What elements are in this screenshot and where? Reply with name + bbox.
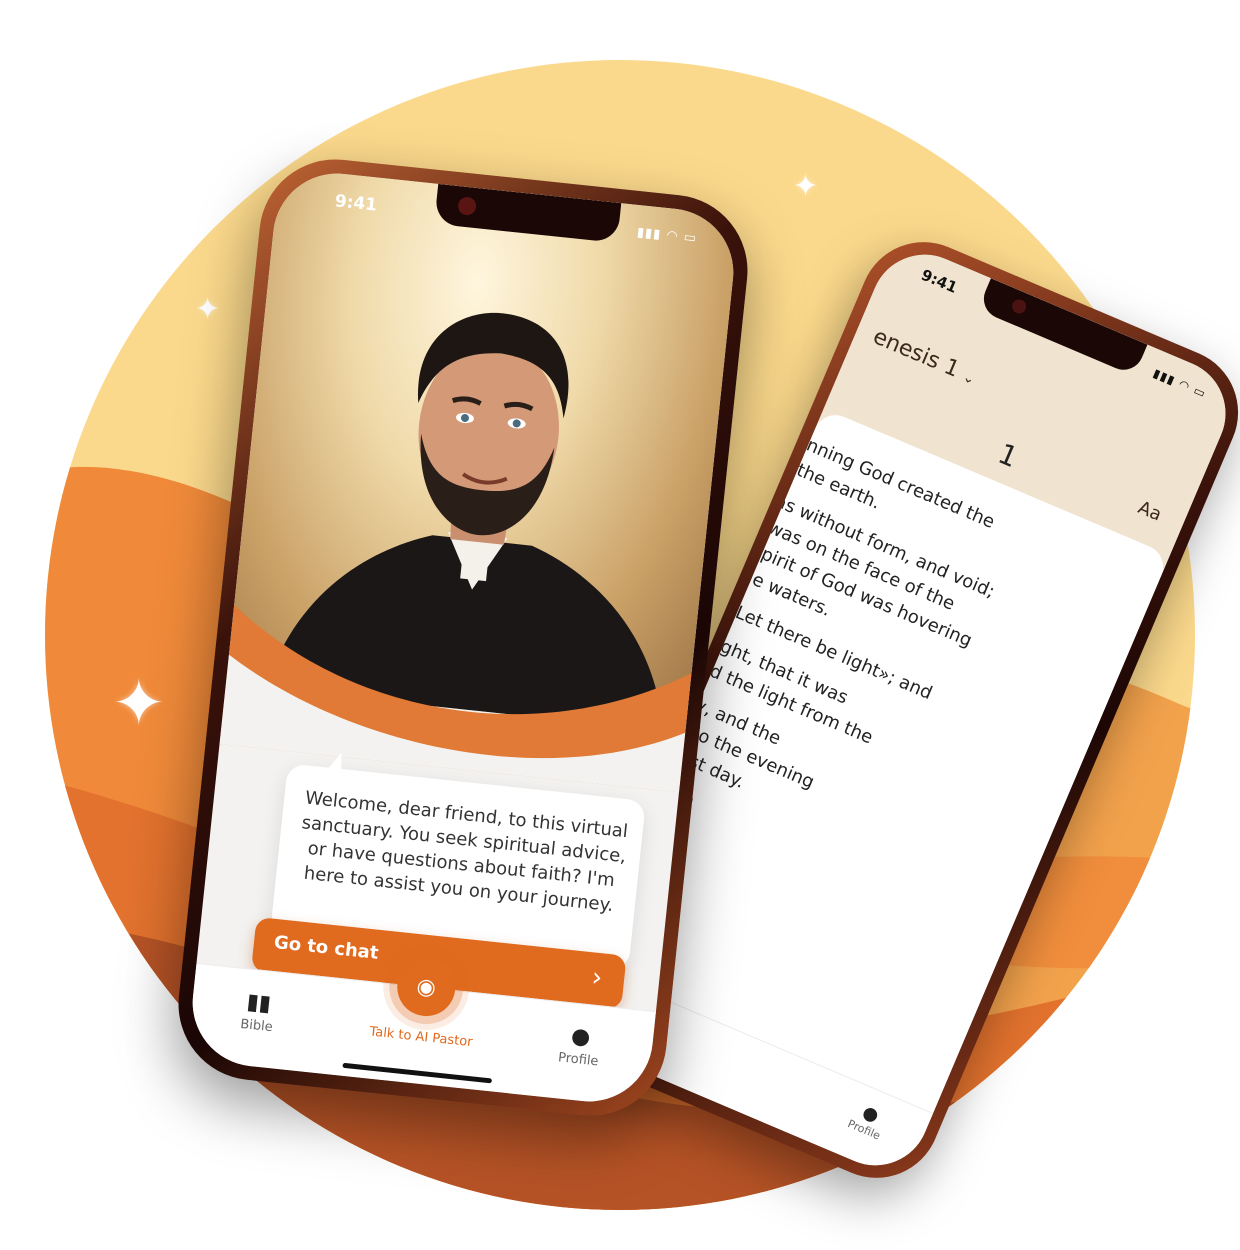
bubble-tail: [327, 751, 344, 772]
pastor-phone: 9:41 ▮▮▮ ◠ ▭ Welcome, dear friend, to th…: [170, 151, 756, 1124]
pastor-screen: 9:41 ▮▮▮ ◠ ▭ Welcome, dear friend, to th…: [186, 167, 740, 1108]
tab-talk-label: Talk to AI Pastor: [368, 1024, 474, 1051]
home-indicator: [342, 1062, 493, 1084]
camera-icon: [457, 196, 478, 216]
sparkle-icon: ✦: [793, 169, 819, 204]
tab-talk-to-ai-pastor[interactable]: ◉ Talk to AI Pastor: [369, 954, 473, 1050]
sparkle-icon: ✦: [195, 292, 221, 327]
profile-icon: ●: [569, 1023, 592, 1051]
tab-profile-label: Profile: [557, 1050, 600, 1070]
book-icon: ▮▮: [245, 989, 273, 1017]
status-time: 9:41: [333, 191, 379, 216]
tab-profile[interactable]: ● Profile: [846, 1098, 891, 1142]
promo-scene: ✦ ✦ ✦ ✦ ✦ ✦ 9:41 ▮▮▮ ◠ ▭ enesis 1 ⌄ 1 Aa…: [0, 0, 1240, 1250]
tab-bible-label: Bible: [239, 1016, 274, 1036]
sparkle-icon: ✦: [482, 40, 501, 65]
camera-icon: [1009, 297, 1029, 316]
sparkle-icon: ✦: [112, 667, 166, 741]
chevron-right-icon: ›: [590, 962, 604, 994]
tab-profile[interactable]: ● Profile: [557, 1022, 602, 1070]
welcome-message: Welcome, dear friend, to this virtual sa…: [300, 787, 629, 917]
tab-bible[interactable]: ▮▮ Bible: [240, 989, 277, 1035]
go-to-chat-label: Go to chat: [272, 931, 380, 964]
chat-bubbles-icon: ◉: [394, 955, 459, 1019]
